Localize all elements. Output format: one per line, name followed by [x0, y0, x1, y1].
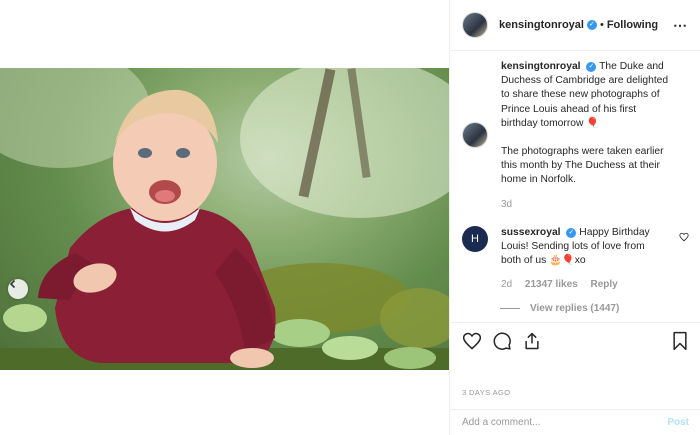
chevron-left-icon — [9, 279, 16, 289]
carousel-prev-button[interactable] — [8, 279, 28, 299]
post-photo[interactable] — [0, 68, 449, 370]
caption-age[interactable]: 3d — [501, 199, 512, 210]
caption-avatar[interactable] — [462, 122, 488, 148]
like-comment-heart-icon[interactable] — [679, 232, 689, 242]
post-photo-illustration — [0, 68, 449, 370]
comment-age[interactable]: 2d — [501, 279, 512, 290]
post-header: kensingtonroyal ✓ • Following ⋯ — [450, 0, 700, 51]
comment-likes[interactable]: 21347 likes — [525, 279, 578, 290]
post-side-panel: kensingtonroyal ✓ • Following ⋯ kensingt… — [449, 0, 700, 435]
comment-icon[interactable] — [492, 331, 512, 351]
post-date[interactable]: 3 DAYS AGO — [462, 388, 510, 397]
view-replies-button[interactable]: View replies (1447) — [500, 303, 693, 314]
cake-balloon-emoji: 🎂🎈 — [549, 255, 575, 267]
comment-meta: 2d 21347 likes Reply — [501, 278, 661, 292]
caption: kensingtonroyal ✓ The Duke and Duchess o… — [462, 60, 693, 212]
more-options-icon[interactable]: ⋯ — [673, 17, 688, 34]
caption-meta: 3d — [501, 198, 671, 212]
author-avatar[interactable] — [462, 12, 488, 38]
header-separator: • — [599, 19, 604, 31]
heart-icon[interactable] — [462, 331, 482, 351]
comments-list: kensingtonroyal ✓ The Duke and Duchess o… — [462, 60, 693, 322]
caption-body: kensingtonroyal ✓ The Duke and Duchess o… — [501, 60, 671, 212]
bookmark-icon[interactable] — [671, 331, 689, 351]
view-replies-label: View replies (1447) — [530, 302, 620, 314]
caption-text-2: The photographs were taken earlier this … — [501, 146, 664, 186]
add-comment-bar: Post — [450, 409, 700, 435]
following-button[interactable]: Following — [607, 19, 658, 31]
author-username[interactable]: kensingtonroyal — [499, 19, 584, 31]
reply-button[interactable]: Reply — [591, 279, 618, 290]
photo-pane — [0, 0, 449, 435]
commenter-avatar[interactable]: H — [462, 225, 488, 252]
verified-badge-icon: ✓ — [566, 227, 577, 238]
post-comment-button[interactable]: Post — [667, 417, 689, 428]
balloon-emoji: 🎈 — [586, 117, 600, 129]
comment-suffix: xo — [574, 255, 586, 267]
share-icon[interactable] — [522, 331, 542, 351]
comment-item: H sussexroyal ✓ Happy Birthday Louis! Se… — [462, 225, 693, 293]
view-replies-line — [500, 307, 520, 309]
verified-badge-icon: ✓ — [586, 20, 597, 30]
verified-badge-icon: ✓ — [586, 62, 597, 72]
add-comment-input[interactable] — [462, 417, 668, 428]
comment-body: sussexroyal ✓ Happy Birthday Louis! Send… — [501, 226, 661, 293]
caption-username[interactable]: kensingtonroyal — [501, 61, 581, 72]
monogram-icon: H — [471, 232, 479, 245]
post-actions — [450, 322, 700, 358]
commenter-username[interactable]: sussexroyal — [501, 227, 561, 238]
